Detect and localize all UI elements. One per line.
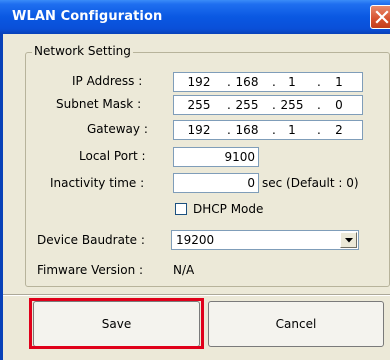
gateway-octet-2: 168	[235, 123, 259, 137]
device-baudrate-label: Device Baudrate :	[37, 233, 145, 247]
window-title: WLAN Configuration	[12, 9, 163, 24]
ip-octet-2: 168	[235, 75, 259, 89]
gateway-octet-1: 192	[187, 123, 211, 137]
baudrate-value: 19200	[176, 233, 215, 247]
dhcp-mode-label[interactable]: DHCP Mode	[193, 202, 263, 216]
dropdown-button[interactable]	[340, 232, 357, 248]
gateway-label: Gateway :	[87, 122, 148, 136]
gateway-dot: .	[272, 123, 276, 137]
separator	[3, 294, 390, 296]
subnet-mask-label: Subnet Mask :	[56, 97, 142, 111]
gateway-input[interactable]: 192 . 168 . 1 . 2	[173, 120, 363, 140]
subnet-octet-4: 0	[335, 98, 343, 112]
local-port-input[interactable]: 9100	[173, 147, 259, 167]
ip-address-input[interactable]: 192 . 168 . 1 . 1	[173, 72, 363, 92]
dhcp-mode-checkbox[interactable]	[175, 203, 187, 215]
gateway-dot: .	[227, 123, 231, 137]
close-button[interactable]	[370, 5, 390, 29]
subnet-octet-2: 255	[235, 98, 259, 112]
subnet-dot: .	[272, 98, 276, 112]
cancel-button[interactable]: Cancel	[208, 301, 384, 347]
chevron-down-icon	[345, 238, 353, 243]
subnet-octet-1: 255	[187, 98, 211, 112]
inactivity-hint: sec (Default : 0)	[262, 176, 359, 190]
subnet-octet-3: 255	[280, 98, 304, 112]
device-baudrate-select[interactable]: 19200	[171, 230, 359, 250]
local-port-label: Local Port :	[79, 149, 146, 163]
ip-octet-4: 1	[335, 75, 343, 89]
inactivity-time-label: Inactivity time :	[50, 176, 145, 190]
save-highlight-annotation	[29, 298, 204, 349]
subnet-dot: .	[227, 98, 231, 112]
close-icon	[375, 10, 389, 24]
firmware-version-label: Fimware Version :	[37, 263, 144, 277]
ip-octet-1: 192	[187, 75, 211, 89]
ip-dot: .	[317, 75, 321, 89]
subnet-mask-input[interactable]: 255 . 255 . 255 . 0	[173, 95, 363, 115]
ip-dot: .	[272, 75, 276, 89]
ip-dot: .	[227, 75, 231, 89]
gateway-octet-4: 2	[335, 123, 343, 137]
inactivity-time-input[interactable]: 0	[173, 173, 259, 193]
ip-octet-3: 1	[288, 75, 296, 89]
group-title: Network Setting	[32, 44, 133, 58]
firmware-version-value: N/A	[173, 263, 195, 277]
gateway-octet-3: 1	[288, 123, 296, 137]
title-bar[interactable]: WLAN Configuration	[0, 0, 390, 34]
ip-address-label: IP Address :	[72, 74, 143, 88]
gateway-dot: .	[317, 123, 321, 137]
subnet-dot: .	[317, 98, 321, 112]
